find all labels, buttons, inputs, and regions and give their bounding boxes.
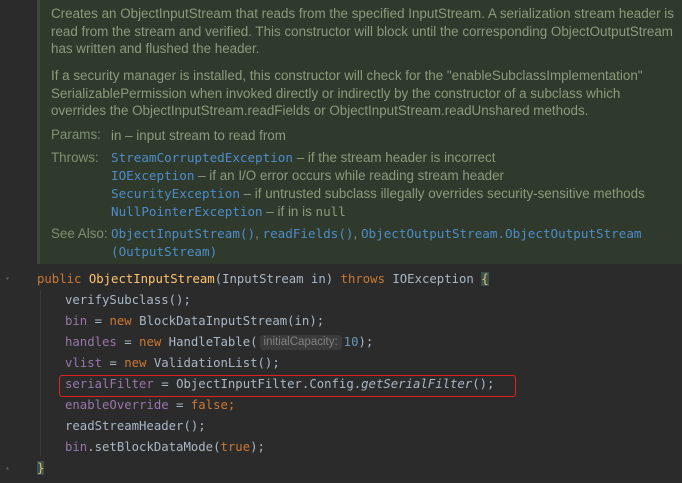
expression: BlockDataInputStream(in); [139, 314, 325, 328]
fold-marker-icon[interactable]: ▴ [5, 464, 13, 472]
punctuation: ; [227, 398, 236, 412]
statement: readStreamHeader(); [65, 419, 206, 433]
throws-item: IOException – if an I/O error occurs whi… [111, 167, 504, 184]
keyword-true: true [220, 440, 251, 454]
keyword-new: new [139, 335, 169, 349]
method-name: ObjectInputStream [88, 272, 215, 286]
number-literal: 10 [343, 335, 359, 349]
exception-link[interactable]: StreamCorruptedException [111, 150, 293, 165]
close-brace: } [37, 461, 45, 475]
see-also-separator: , [255, 226, 263, 241]
exception-link[interactable]: NullPointerException [111, 204, 263, 219]
keyword-new: new [124, 356, 154, 370]
throws-desc: – if the stream header is incorrect [292, 150, 496, 165]
keyword-false: false [190, 398, 228, 412]
exception-link[interactable]: IOException [111, 168, 194, 183]
exception-link[interactable]: SecurityException [111, 186, 240, 201]
see-also-links: ObjectInputStream(), readFields(), Objec… [111, 225, 642, 242]
punctuation: ); [250, 440, 265, 454]
indent-guide [40, 290, 41, 456]
highlight-annotation-box [59, 375, 516, 397]
operator: = [87, 314, 110, 328]
params-text: in – input stream to read from [111, 128, 286, 143]
doc-description: Creates an ObjectInputStream that reads … [51, 6, 674, 56]
field-name: bin [65, 440, 88, 454]
field-name: bin [65, 314, 88, 328]
doc-security-note: If a security manager is installed, this… [51, 68, 643, 118]
throws-desc: – if in is [262, 204, 316, 219]
field-name: enableOverride [65, 398, 169, 412]
throws-label: Throws: [51, 150, 99, 165]
code-line[interactable]: bin = new BlockDataInputStream(in); [65, 311, 324, 331]
open-brace: { [481, 272, 489, 286]
operator: = [116, 335, 140, 349]
code-line[interactable]: readStreamHeader(); [65, 416, 206, 436]
punctuation: ); [358, 335, 374, 349]
code-line[interactable]: } [37, 458, 45, 478]
code-line[interactable]: verifySubclass(); [65, 290, 191, 310]
keyword-new: new [109, 314, 140, 328]
parameter-hint: initialCapacity: [259, 335, 342, 350]
javadoc-panel: Creates an ObjectInputStream that reads … [40, 0, 682, 264]
throws-desc: – if untrusted subclass illegally overri… [239, 186, 645, 201]
field-name: vlist [65, 356, 103, 370]
code-line[interactable]: enableOverride = false; [65, 395, 235, 415]
keyword-throws: throws [340, 272, 393, 286]
operator: = [102, 356, 125, 370]
statement: verifySubclass(); [65, 293, 191, 307]
code-line[interactable]: handles = new HandleTable(initialCapacit… [65, 332, 373, 352]
keyword-public: public [37, 272, 89, 286]
see-also-label: See Also: [51, 226, 108, 241]
throws-desc: – if an I/O error occurs while reading s… [194, 168, 505, 183]
exception-type: IOException [392, 272, 482, 286]
fold-marker-icon[interactable]: ▾ [5, 275, 13, 283]
code-line[interactable]: vlist = new ValidationList(); [65, 353, 280, 373]
params-label: Params: [51, 127, 101, 142]
see-also-link[interactable]: readFields() [263, 226, 354, 241]
see-also-link[interactable]: (OutputStream) [111, 244, 217, 259]
operator: = [168, 398, 191, 412]
inline-code: null [315, 204, 346, 219]
see-also-links-cont: (OutputStream) [111, 243, 217, 260]
see-also-link[interactable]: ObjectOutputStream.ObjectOutputStream [361, 226, 642, 241]
code-line[interactable]: bin.setBlockDataMode(true); [65, 437, 265, 457]
throws-item: StreamCorruptedException – if the stream… [111, 149, 495, 166]
see-also-separator: , [353, 226, 361, 241]
expression: ValidationList(); [153, 356, 280, 370]
throws-item: NullPointerException – if in is null [111, 203, 346, 220]
constructor-call: HandleTable( [168, 335, 258, 349]
see-also-link[interactable]: ObjectInputStream() [111, 226, 255, 241]
method-params: (InputStream in) [214, 272, 341, 286]
method-call: .setBlockDataMode( [87, 440, 221, 454]
field-name: handles [65, 335, 117, 349]
throws-item: SecurityException – if untrusted subclas… [111, 185, 645, 202]
method-signature[interactable]: public ObjectInputStream(InputStream in)… [37, 269, 489, 289]
